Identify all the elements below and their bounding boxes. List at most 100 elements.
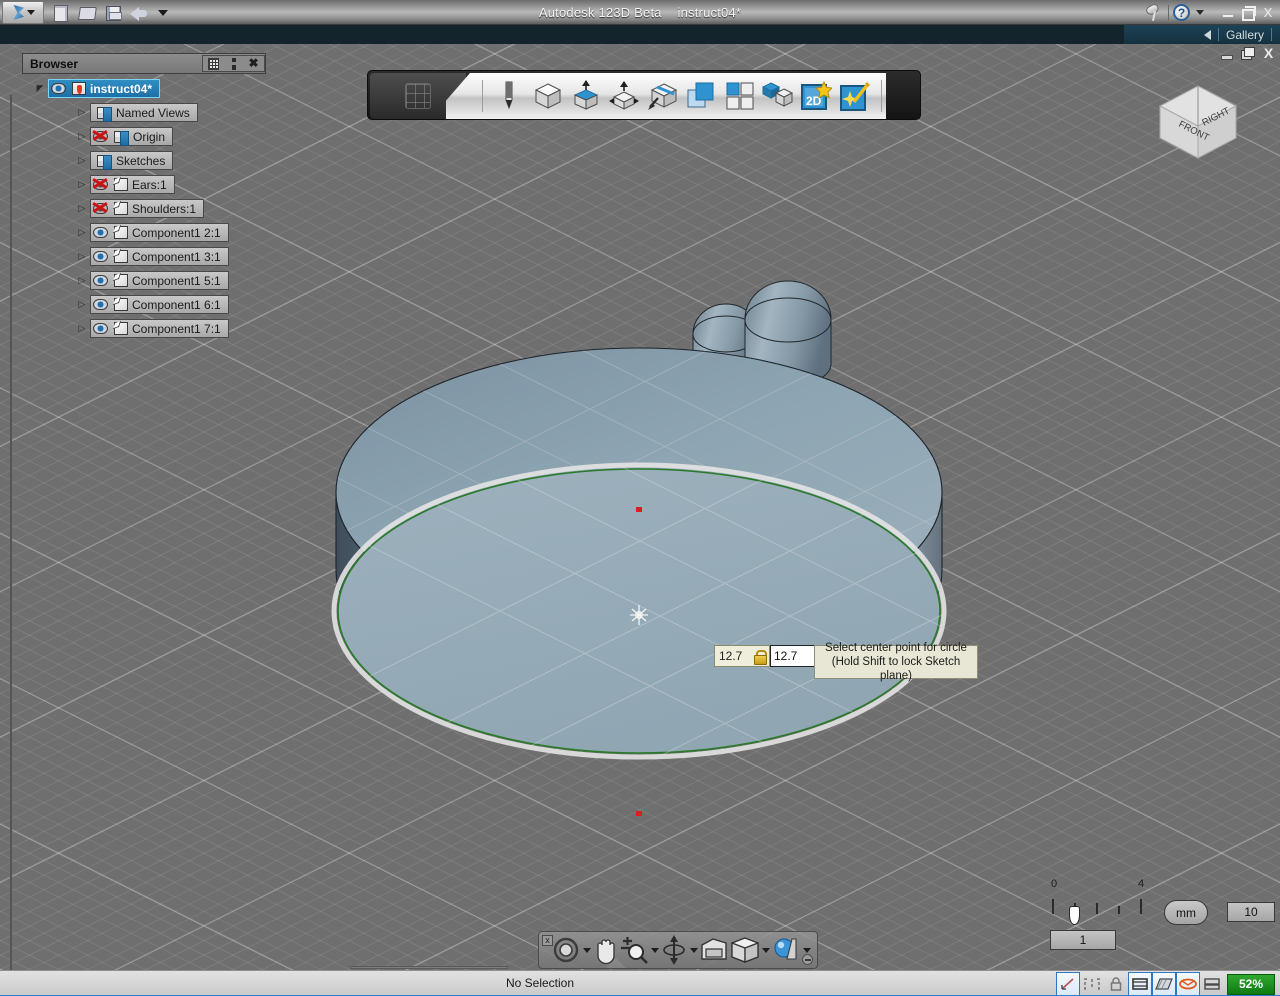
tree-node-ears[interactable]: ▷ Ears:1 [22, 174, 266, 195]
primitives-cube-tool[interactable] [531, 78, 563, 114]
visibility-toggle[interactable] [93, 178, 110, 192]
visibility-toggle[interactable] [93, 298, 110, 312]
expand-arrow-icon[interactable]: ▷ [74, 107, 90, 118]
pan-tool[interactable] [592, 936, 618, 964]
combine-boolean-tool[interactable] [685, 78, 717, 114]
browser-item-named-views[interactable]: Named Views [90, 103, 198, 122]
lock-icon[interactable] [1104, 972, 1128, 996]
expand-arrow-icon[interactable]: ▷ [74, 275, 90, 286]
look-at-tool[interactable] [660, 935, 698, 965]
view-cube[interactable]: FRONT RIGHT BOTTOM [1154, 82, 1242, 168]
chevron-down-icon[interactable] [651, 948, 659, 953]
expand-arrow-icon[interactable]: ▷ [74, 227, 90, 238]
browser-item-component1-7[interactable]: Component1 7:1 [90, 319, 229, 338]
chevron-down-icon[interactable] [762, 948, 770, 953]
visibility-toggle[interactable] [93, 130, 110, 144]
measure-icon[interactable] [1080, 972, 1104, 996]
chevron-down-icon[interactable] [1196, 10, 1204, 15]
browser-grid-button[interactable] [204, 56, 223, 71]
browser-item-root[interactable]: instruct04* [48, 79, 160, 98]
dimension-input-group[interactable]: 12.7 [714, 645, 816, 667]
browser-item-sketches[interactable]: Sketches [90, 151, 173, 170]
expand-arrow-icon[interactable]: ▷ [74, 251, 90, 262]
scale-slider-handle[interactable] [1069, 906, 1080, 925]
tree-node-component1-5[interactable]: ▷ Component1 5:1 [22, 270, 266, 291]
tree-node-origin[interactable]: ▷ Origin [22, 126, 266, 147]
tree-node-component1-7[interactable]: ▷ Component1 7:1 [22, 318, 266, 339]
close-button[interactable]: X [1260, 4, 1276, 22]
browser-item-component1-6[interactable]: Component1 6:1 [90, 295, 229, 314]
browser-item-component1-5[interactable]: Component1 5:1 [90, 271, 229, 290]
minimize-button[interactable] [1220, 4, 1236, 22]
tree-node-named-views[interactable]: ▷ Named Views [22, 102, 266, 123]
viewport-bottom-rail[interactable] [350, 966, 508, 969]
expand-arrow-icon[interactable]: ▷ [74, 203, 90, 214]
view-cube-faces[interactable] [1160, 86, 1236, 158]
expand-arrow-icon[interactable]: ▷ [74, 179, 90, 190]
visibility-toggle[interactable] [51, 82, 68, 96]
display-style-tool[interactable] [730, 936, 770, 964]
tree-node-sketches[interactable]: ▷ Sketches [22, 150, 266, 171]
scale-step-field[interactable]: 10 [1227, 902, 1275, 922]
chevron-down-icon[interactable] [803, 948, 811, 953]
chevron-down-icon[interactable] [690, 948, 698, 953]
modify-tool[interactable] [608, 78, 640, 114]
layout-icon[interactable] [1200, 972, 1224, 996]
expand-arrow-icon[interactable]: ◤ [32, 83, 48, 94]
browser-dots-button[interactable] [224, 56, 243, 71]
orbit-tool[interactable] [551, 936, 591, 964]
browser-item-component1-3[interactable]: Component1 3:1 [90, 247, 229, 266]
zoom-percent[interactable]: 52% [1227, 974, 1275, 995]
tree-node-component1-2[interactable]: ▷ Component1 2:1 [22, 222, 266, 243]
visibility-toggle[interactable] [93, 202, 110, 216]
viewport-close-button[interactable]: X [1261, 46, 1276, 61]
lock-icon[interactable] [754, 650, 765, 663]
chevron-down-icon[interactable] [583, 948, 591, 953]
expand-arrow-icon[interactable]: ▷ [74, 323, 90, 334]
expand-arrow-icon[interactable]: ▷ [74, 131, 90, 142]
dimension-input[interactable] [770, 645, 816, 667]
smart-effects-tool[interactable] [839, 78, 871, 114]
connect-icon[interactable] [1145, 4, 1164, 21]
restore-button[interactable] [1240, 4, 1256, 22]
browser-item-ears[interactable]: Ears:1 [90, 175, 175, 194]
snap-to-icon[interactable] [1056, 972, 1080, 996]
gallery-button[interactable]: Gallery [1226, 28, 1264, 42]
tree-node-component1-3[interactable]: ▷ Component1 3:1 [22, 246, 266, 267]
expand-arrow-icon[interactable]: ▷ [74, 155, 90, 166]
zoom-tool[interactable] [619, 936, 659, 964]
sketch-pencil-tool[interactable] [493, 78, 525, 114]
orbit-constraint-icon[interactable] [1176, 972, 1200, 996]
locked-dimension-field[interactable]: 12.7 [714, 645, 770, 667]
browser-item-shoulders[interactable]: Shoulders:1 [90, 199, 204, 218]
scale-value-field[interactable]: 1 [1050, 930, 1116, 950]
plane-display-icon[interactable] [1152, 972, 1176, 996]
scale-unit-button[interactable]: mm [1164, 900, 1208, 925]
browser-close-button[interactable]: ✖ [244, 56, 263, 71]
visibility-toggle[interactable] [93, 226, 110, 240]
navbar-grip-handle[interactable] [802, 954, 813, 965]
construct-extrude-tool[interactable] [570, 78, 602, 114]
navbar-close-button[interactable]: x [542, 935, 553, 946]
help-icon[interactable]: ? [1173, 4, 1190, 21]
pattern-paint-tool[interactable] [647, 78, 679, 114]
2d-drawing-tool[interactable]: 2D [800, 78, 832, 114]
tree-node-shoulders[interactable]: ▷ Shoulders:1 [22, 198, 266, 219]
view-presets-tool[interactable] [699, 937, 729, 963]
visibility-toggle[interactable] [93, 322, 110, 336]
tree-node-component1-6[interactable]: ▷ Component1 6:1 [22, 294, 266, 315]
viewport-minimize-button[interactable] [1219, 46, 1234, 61]
3d-viewport[interactable]: X [0, 44, 1280, 970]
visibility-toggle[interactable] [93, 250, 110, 264]
scale-widget[interactable]: 0 4 1 mm 10 [1040, 870, 1270, 942]
assemble-tool[interactable] [762, 78, 794, 114]
tree-node-root[interactable]: ◤ instruct04* [22, 78, 266, 99]
grouping-tool[interactable] [723, 78, 755, 114]
grid-display-icon[interactable] [1128, 972, 1152, 996]
expand-arrow-icon[interactable]: ▷ [74, 299, 90, 310]
visibility-toggle[interactable] [93, 274, 110, 288]
browser-item-origin[interactable]: Origin [90, 127, 173, 146]
browser-item-component1-2[interactable]: Component1 2:1 [90, 223, 229, 242]
viewport-restore-button[interactable] [1240, 46, 1255, 61]
back-arrow-icon[interactable] [1204, 30, 1211, 40]
